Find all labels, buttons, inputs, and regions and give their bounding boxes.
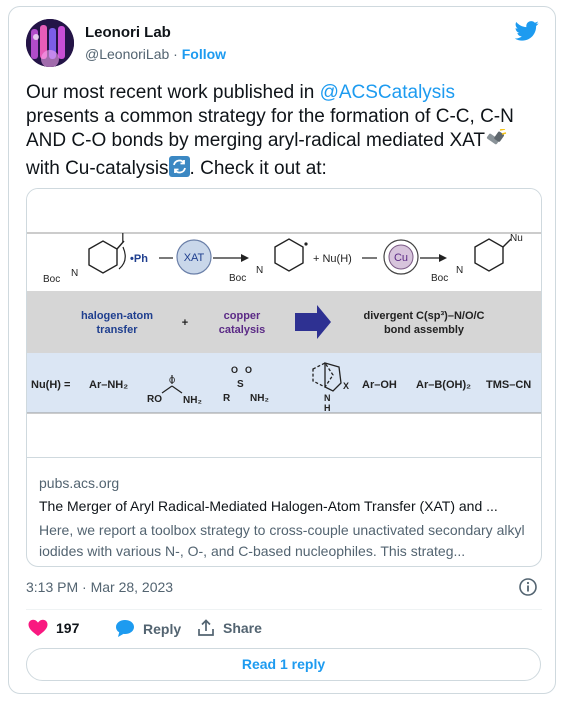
link-title: The Merger of Aryl Radical-Mediated Halo… (39, 498, 498, 514)
tweet-text: Our most recent work published in @ACSCa… (26, 81, 546, 184)
divergent-label-2: bond assembly (384, 324, 465, 336)
avatar[interactable] (26, 19, 74, 67)
author-name[interactable]: Leonori Lab (85, 24, 171, 41)
strategy-band (27, 291, 541, 353)
xat-label: XAT (184, 252, 205, 264)
boc-label: Boc (229, 273, 246, 284)
nuh-plus-label: + Nu(H) (313, 253, 352, 265)
n-label: N (71, 268, 78, 279)
link-meta: pubs.acs.org The Merger of Aryl Radical-… (27, 457, 541, 566)
tms-cn-label: TMS–CN (486, 379, 531, 391)
reply-bubble-icon (116, 620, 134, 637)
ro-label: RO (147, 394, 162, 405)
tweet-text-part: with Cu-catalysis (26, 158, 169, 179)
s-label: S (237, 379, 244, 390)
info-icon[interactable] (518, 577, 538, 597)
mention-link[interactable]: @ACSCatalysis (320, 82, 455, 103)
share-button[interactable]: Share (197, 619, 262, 637)
boc-label: Boc (43, 274, 60, 285)
n-label: N (456, 265, 463, 276)
toc-graphic: I N Boc •Ph XAT N Boc + Nu(H) Cu Nu N Bo… (27, 189, 541, 457)
author-handle-row: @LeonoriLab · Follow (85, 46, 226, 62)
twitter-bird-icon[interactable] (515, 21, 539, 41)
link-preview-card[interactable]: I N Boc •Ph XAT N Boc + Nu(H) Cu Nu N Bo… (26, 188, 542, 567)
author-handle[interactable]: @LeonoriLab (85, 46, 169, 62)
tweet-text-part: Our most recent work published in (26, 82, 320, 103)
tweet-text-part: presents a common strategy for the forma… (26, 106, 514, 127)
copper-label-1: copper (224, 310, 261, 322)
n-label: N (256, 265, 263, 276)
ar-oh-label: Ar–OH (362, 379, 397, 391)
like-count: 197 (56, 620, 80, 636)
heart-icon (28, 619, 48, 636)
tweet-text-part: AND C-O bonds by merging aryl-radical me… (26, 130, 485, 151)
read-replies-button[interactable]: Read 1 reply (26, 648, 541, 681)
h-label: H (324, 403, 331, 413)
share-icon (198, 619, 214, 636)
hat-label-2: transfer (97, 324, 139, 336)
o-label: O (245, 365, 252, 375)
ar-boh2-label: Ar–B(OH)₂ (416, 379, 471, 391)
boc-label: Boc (431, 273, 448, 284)
divergent-label-1: divergent C(sp³)–N/O/C (363, 310, 484, 322)
repeat-arrows-icon (168, 156, 190, 184)
flashlight-icon (485, 125, 507, 156)
x-label: X (343, 381, 349, 391)
tweet-timestamp[interactable]: 3:13 PM · Mar 28, 2023 (26, 579, 173, 595)
o-label: O (231, 365, 238, 375)
plus-label: + (182, 317, 188, 329)
nh2-label: NH₂ (250, 393, 269, 404)
tweet-text-part: . Check it out at: (189, 158, 327, 179)
piperidine-iodide: I N Boc (43, 230, 126, 285)
piperidine-radical: N Boc (229, 238, 308, 284)
nuh-eq-label: Nu(H) = (31, 379, 70, 391)
phenyl-radical-label: •Ph (130, 253, 148, 265)
nh2-label: NH₂ (183, 395, 202, 406)
copper-label-2: catalysis (219, 324, 265, 336)
link-description: Here, we report a toolbox strategy to cr… (39, 522, 525, 559)
share-label: Share (223, 620, 262, 636)
tweet-card: Leonori Lab @LeonoriLab · Follow Our mos… (8, 6, 556, 694)
r-label: R (223, 393, 231, 404)
nu-label: Nu (510, 233, 523, 244)
reply-button[interactable]: Reply (115, 619, 181, 638)
reply-label: Reply (143, 620, 182, 637)
cu-label: Cu (394, 252, 408, 264)
hat-label-1: halogen-atom (81, 310, 153, 322)
iodine-label: I (121, 230, 125, 245)
n-label: N (324, 393, 331, 403)
follow-button[interactable]: Follow (182, 46, 226, 62)
like-button[interactable]: 197 (28, 619, 79, 637)
divider (26, 609, 542, 610)
separator: · (173, 46, 178, 62)
link-domain: pubs.acs.org (39, 475, 120, 491)
ar-nh2-label: Ar–NH₂ (89, 379, 128, 391)
